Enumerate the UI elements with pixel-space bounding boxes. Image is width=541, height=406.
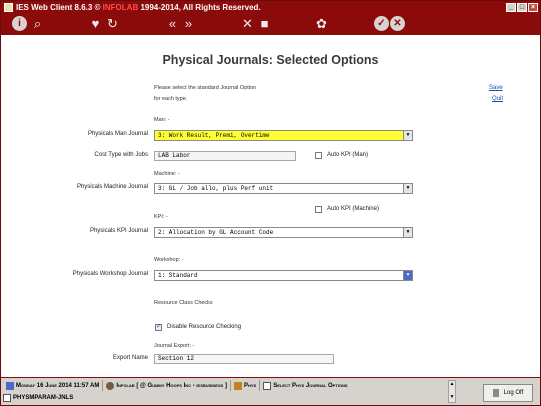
instruction-line-1: Please select the standard Journal Optio…: [154, 85, 257, 91]
man-journal-label: Physicals Man Journal: [87, 131, 148, 137]
auto-kpi-machine-label: Auto KPI (Machine): [327, 206, 380, 212]
chevron-down-icon[interactable]: ▼: [403, 271, 412, 280]
clock-icon: [6, 381, 14, 390]
workshop-section-label: Workshop: -: [154, 257, 184, 263]
disable-resource-checkbox[interactable]: ✓: [155, 324, 162, 331]
auto-kpi-man-checkbox[interactable]: [315, 152, 322, 159]
man-journal-value: 3: Work Result, Premi, Overtime: [158, 132, 270, 139]
export-name-label: Export Name: [112, 355, 148, 361]
info-icon[interactable]: i: [12, 16, 27, 31]
save-link[interactable]: Save: [489, 85, 503, 91]
workshop-journal-value: 1: Standard: [158, 272, 198, 279]
logoff-icon: [492, 389, 499, 397]
title-suffix: 1994-2014, All Rights Reserved.: [138, 2, 261, 12]
scroll-down-icon[interactable]: ▼: [449, 394, 455, 401]
program-icon: [3, 393, 11, 402]
window-controls: _ □ ×: [506, 2, 538, 12]
man-journal-select[interactable]: 3: Work Result, Premi, Overtime ▼: [154, 130, 413, 141]
module-icon: [233, 381, 242, 390]
favorite-icon[interactable]: ♥: [88, 16, 103, 31]
log-off-label: Log Off: [503, 390, 524, 396]
page-title: Physical Journals: Selected Options: [162, 53, 379, 67]
close-button[interactable]: ×: [528, 2, 538, 12]
kpi-journal-select[interactable]: 2: Allocation by GL Account Code ▼: [154, 227, 413, 238]
tools-icon[interactable]: ✕: [240, 16, 255, 31]
cancel-icon[interactable]: ✕: [390, 16, 405, 31]
status-module: Phys: [231, 380, 261, 391]
status-screen-text: Select Phys Journal Options: [273, 382, 348, 389]
document-icon: [263, 381, 272, 390]
man-section-label: Man: -: [154, 117, 170, 123]
settings-icon[interactable]: ✿: [314, 16, 329, 31]
workshop-journal-label: Physicals Workshop Journal: [72, 271, 148, 277]
window-title: IES Web Client 8.6.3 © INFOLAB 1994-2014…: [16, 3, 506, 12]
kpi-journal-value: 2: Allocation by GL Account Code: [158, 229, 274, 236]
forward-icon[interactable]: »: [181, 16, 196, 31]
status-scrollbar[interactable]: ▲ ▼: [448, 380, 456, 403]
back-icon[interactable]: «: [165, 16, 180, 31]
cost-type-field[interactable]: LAB Labor: [154, 151, 296, 161]
chevron-down-icon[interactable]: ▼: [403, 184, 412, 193]
instruction-line-2: for each type.: [154, 96, 188, 102]
toolbar: i ⌕ ♥ ↻ « » ✕ ■ ✿ ✓ ✕: [1, 13, 540, 35]
search-icon[interactable]: ⌕: [30, 16, 45, 31]
log-off-button[interactable]: Log Off: [483, 384, 533, 402]
title-prefix: IES Web Client 8.6.3 ©: [16, 2, 103, 12]
app-window: IES Web Client 8.6.3 © INFOLAB 1994-2014…: [0, 0, 541, 406]
status-program-row: PHYSMPARAM-JNLS: [3, 392, 113, 403]
quit-link[interactable]: Quit: [492, 96, 503, 102]
main-content: Physical Journals: Selected Options Plea…: [1, 35, 540, 377]
resource-section-label: Resource Class Checks: [154, 300, 213, 306]
history-icon[interactable]: ↻: [105, 16, 120, 31]
window-icon[interactable]: ■: [257, 16, 272, 31]
minimize-button[interactable]: _: [506, 2, 516, 12]
user-icon: [106, 381, 115, 390]
status-company: Infolab [ @ Gummy Hoops Inc - iesbusines…: [103, 380, 231, 391]
status-screen: Select Phys Journal Options: [260, 380, 350, 391]
auto-kpi-man-label: Auto KPI (Man): [327, 152, 369, 158]
ok-icon[interactable]: ✓: [374, 16, 389, 31]
kpi-journal-label: Physicals KPI Journal: [89, 228, 148, 234]
machine-journal-value: 3: GL / Job allo, plus Perf unit: [158, 185, 274, 192]
chevron-down-icon[interactable]: ▼: [403, 131, 412, 140]
title-brand: INFOLAB: [102, 2, 139, 12]
status-bar: Monday 16 June 2014 11:57 AM Infolab [ @…: [1, 377, 540, 405]
scroll-up-icon[interactable]: ▲: [449, 381, 455, 388]
workshop-journal-select[interactable]: 1: Standard ▼: [154, 270, 413, 281]
auto-kpi-machine-checkbox[interactable]: [315, 206, 322, 213]
cost-type-label: Cost Type with Jobs: [94, 152, 148, 158]
export-name-field[interactable]: Section 12: [154, 354, 334, 364]
machine-journal-label: Physicals Machine Journal: [76, 184, 148, 190]
kpi-section-label: KPI: -: [154, 214, 168, 220]
machine-section-label: Machine: -: [154, 171, 180, 177]
chevron-down-icon[interactable]: ▼: [403, 228, 412, 237]
status-info-row: Monday 16 June 2014 11:57 AM Infolab [ @…: [3, 380, 446, 391]
app-icon: [4, 2, 13, 12]
status-date-text: Monday 16 June 2014 11:57 AM: [16, 382, 100, 389]
status-module-text: Phys: [243, 382, 257, 389]
journal-export-section-label: Journal Export: -: [154, 343, 195, 349]
title-bar: IES Web Client 8.6.3 © INFOLAB 1994-2014…: [1, 1, 540, 13]
status-program-text: PHYSMPARAM-JNLS: [13, 394, 74, 401]
disable-resource-label: Disable Resource Checking: [167, 324, 242, 330]
status-company-text: Infolab [ @ Gummy Hoops Inc - iesbusines…: [116, 382, 227, 389]
status-date: Monday 16 June 2014 11:57 AM: [3, 380, 104, 391]
machine-journal-select[interactable]: 3: GL / Job allo, plus Perf unit ▼: [154, 183, 413, 194]
maximize-button[interactable]: □: [517, 2, 527, 12]
